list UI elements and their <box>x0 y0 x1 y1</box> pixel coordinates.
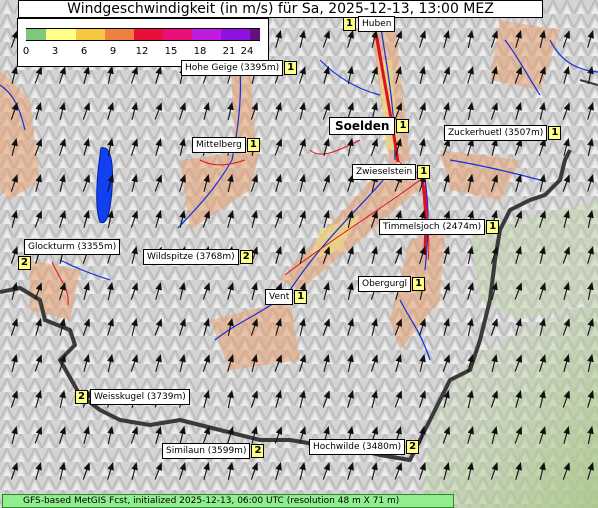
legend-swatch <box>221 28 250 41</box>
place-label-zwieselstein: Zwieselstein <box>352 164 417 180</box>
wind-level-badge: 1 <box>284 61 298 75</box>
wind-level-badge: 1 <box>396 119 410 133</box>
place-label-hochwilde: Hochwilde (3480m) <box>309 439 406 455</box>
legend-swatch <box>134 28 163 41</box>
legend-tick-label: 18 <box>193 46 207 57</box>
wind-level-badge: 1 <box>246 138 260 152</box>
wind-level-badge: 1 <box>412 277 426 291</box>
place-label-obergurgl: Obergurgl <box>358 276 412 292</box>
wind-level-badge: 2 <box>239 250 253 264</box>
legend-swatch <box>250 28 260 41</box>
place-label-hohe-geige: Hohe Geige (3395m) <box>181 60 284 76</box>
legend-tick-label: 9 <box>109 46 117 57</box>
place-label-timmelsjoch: Timmelsjoch (2474m) <box>379 219 486 235</box>
wind-level-badge: 1 <box>343 17 356 31</box>
wind-level-badge: 2 <box>251 444 265 458</box>
place-label-mittelberg: Mittelberg <box>192 137 246 153</box>
place-label-glockturm: Glockturm (3355m) <box>24 239 121 255</box>
map-title: Windgeschwindigkeit (in m/s) für Sa, 202… <box>18 0 543 18</box>
wind-level-badge: 2 <box>18 256 31 270</box>
place-label-similaun: Similaun (3599m) <box>162 443 251 459</box>
legend-swatch <box>163 28 192 41</box>
wind-level-badge: 2 <box>75 390 88 404</box>
legend-swatch <box>76 28 105 41</box>
legend-tick-label: 3 <box>51 46 59 57</box>
legend-swatch <box>105 28 134 41</box>
legend-tick-label: 24 <box>240 46 254 57</box>
legend-swatch <box>26 28 46 41</box>
place-label-weisskugel: Weisskugel (3739m) <box>90 389 190 405</box>
place-label-wildspitze: Wildspitze (3768m) <box>143 249 239 265</box>
place-label-soelden: Soelden <box>329 117 396 135</box>
wind-level-badge: 1 <box>417 165 431 179</box>
place-label-huben: Huben <box>358 16 396 32</box>
place-label-zuckerhuetl: Zuckerhuetl (3507m) <box>444 125 548 141</box>
legend-color-bar <box>26 28 260 41</box>
forecast-footer: GFS-based MetGIS Fcst, initialized 2025-… <box>2 494 454 508</box>
wind-level-badge: 1 <box>294 290 308 304</box>
legend-tick-label: 21 <box>222 46 236 57</box>
legend-tick-label: 15 <box>164 46 178 57</box>
legend-swatch <box>46 28 76 41</box>
legend-tick-label: 12 <box>135 46 149 57</box>
wind-level-badge: 1 <box>486 220 500 234</box>
legend-tick-label: 6 <box>80 46 88 57</box>
legend-swatch <box>192 28 221 41</box>
wind-level-badge: 2 <box>406 440 420 454</box>
place-label-vent: Vent <box>265 289 294 305</box>
wind-level-badge: 1 <box>548 126 562 140</box>
legend-tick-label: 0 <box>22 46 30 57</box>
